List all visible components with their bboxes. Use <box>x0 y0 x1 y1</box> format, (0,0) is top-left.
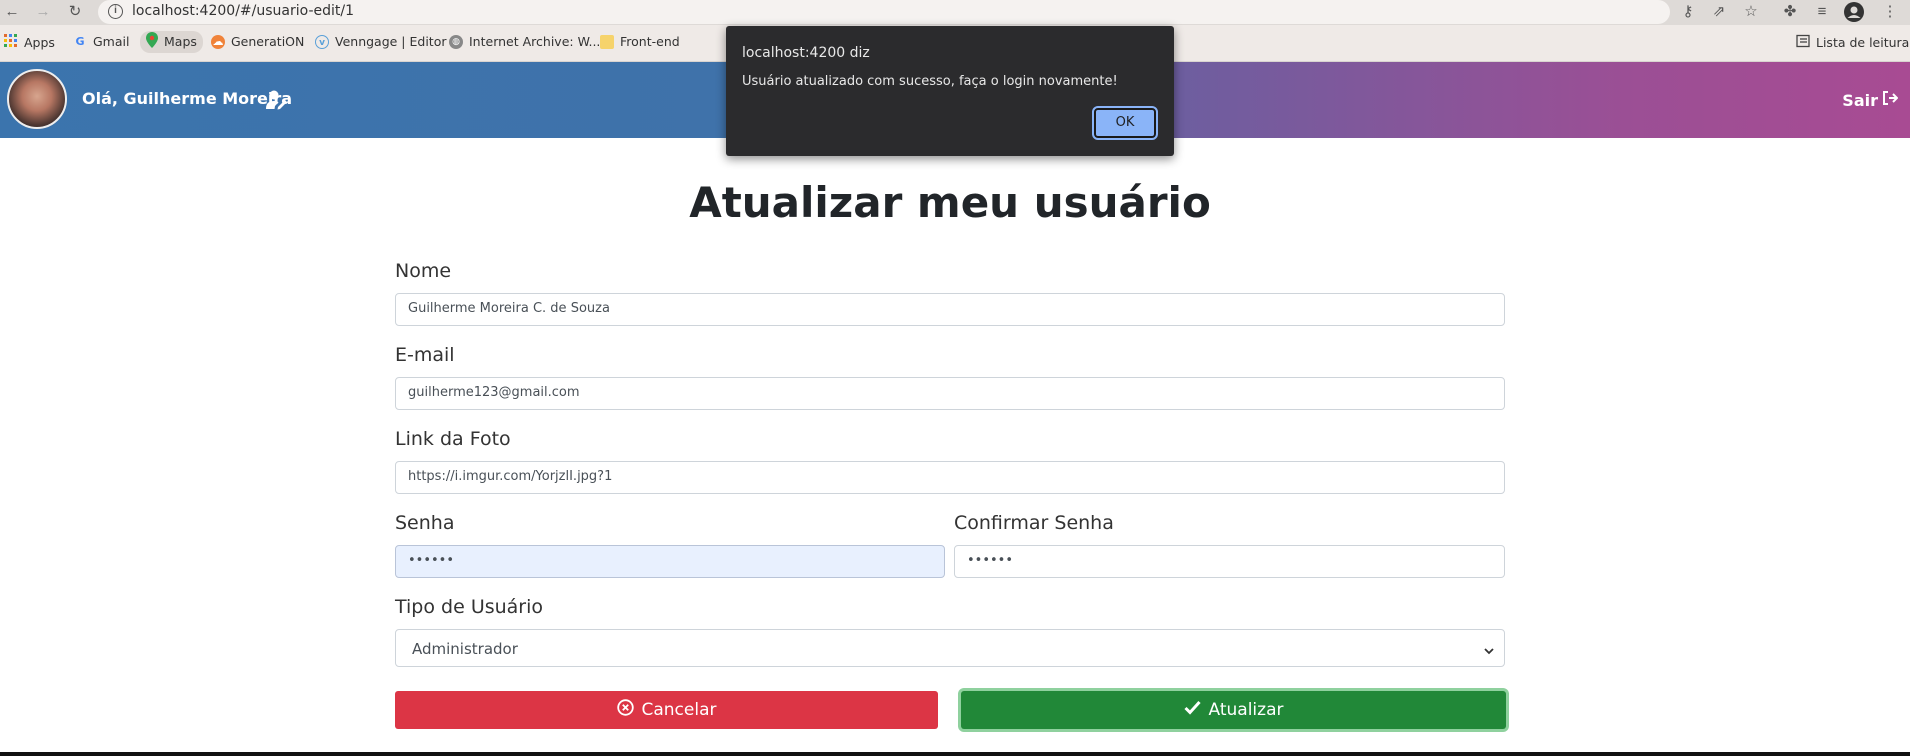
star-icon[interactable]: ☆ <box>1741 2 1761 22</box>
globe-icon: ◍ <box>449 35 463 49</box>
key-icon[interactable]: ⚷ <box>1678 2 1698 22</box>
avatar[interactable] <box>7 69 67 129</box>
apps-grid-icon <box>4 34 18 52</box>
times-circle-icon <box>616 699 634 721</box>
logout-link[interactable]: Sair <box>1842 90 1899 110</box>
back-icon[interactable]: ← <box>2 2 22 22</box>
dialog-title: localhost:4200 diz <box>742 45 870 61</box>
user-greeting[interactable]: Olá, Guilherme Moreira <box>82 89 292 108</box>
confirmar-senha-label: Confirmar Senha <box>954 512 1114 534</box>
dialog-ok-button[interactable]: OK <box>1092 106 1158 140</box>
bookmark-venngage[interactable]: v Venngage | Editor <box>315 34 447 50</box>
senha-input[interactable]: •••••• <box>395 545 945 578</box>
foto-label: Link da Foto <box>395 428 511 450</box>
senha-label: Senha <box>395 512 455 534</box>
bookmark-maps[interactable]: Maps <box>140 31 203 53</box>
check-icon <box>1183 700 1201 720</box>
bookmark-gmail[interactable]: G Gmail <box>73 34 129 50</box>
profile-icon[interactable] <box>1844 2 1864 22</box>
reading-list[interactable]: Lista de leitura <box>1796 34 1909 52</box>
email-label: E-mail <box>395 344 455 366</box>
google-icon: G <box>75 35 85 48</box>
confirmar-senha-input[interactable]: •••••• <box>954 545 1505 578</box>
extensions-icon[interactable]: ✤ <box>1780 2 1800 22</box>
share-icon[interactable]: ⇗ <box>1709 2 1729 22</box>
bookmark-apps[interactable]: Apps <box>4 34 55 52</box>
sign-out-icon <box>1882 90 1899 110</box>
user-edit-icon[interactable] <box>266 90 288 110</box>
media-icon[interactable]: ≡ <box>1812 2 1832 22</box>
reading-list-icon <box>1796 34 1810 52</box>
tipo-usuario-select[interactable]: Administrador <box>395 629 1505 667</box>
reload-icon[interactable]: ↻ <box>65 2 85 22</box>
site-info-icon[interactable]: i <box>108 4 123 19</box>
nome-label: Nome <box>395 260 452 282</box>
bookmark-generation[interactable]: ☁ GeneratiON <box>211 34 304 50</box>
cancel-button[interactable]: Cancelar <box>395 691 938 729</box>
nome-input[interactable]: Guilherme Moreira C. de Souza <box>395 293 1505 326</box>
update-button[interactable]: Atualizar <box>961 691 1506 729</box>
bottom-edge <box>0 752 1910 756</box>
url-text[interactable]: localhost:4200/#/usuario-edit/1 <box>132 3 354 19</box>
venngage-icon: v <box>315 35 329 49</box>
chevron-down-icon <box>1484 642 1494 655</box>
folder-icon <box>600 35 614 49</box>
alert-dialog: localhost:4200 diz Usuário atualizado co… <box>726 26 1174 156</box>
email-input[interactable]: guilherme123@gmail.com <box>395 377 1505 410</box>
dialog-message: Usuário atualizado com sucesso, faça o l… <box>742 74 1118 89</box>
page-title: Atualizar meu usuário <box>689 178 1211 227</box>
forward-icon[interactable]: → <box>33 2 53 22</box>
foto-link-input[interactable]: https://i.imgur.com/YorjzlI.jpg?1 <box>395 461 1505 494</box>
bookmark-front-end[interactable]: Front-end <box>600 34 680 50</box>
tipo-usuario-label: Tipo de Usuário <box>395 596 544 618</box>
menu-dots-icon[interactable]: ⋮ <box>1880 2 1900 22</box>
browser-toolbar: ← → ↻ i localhost:4200/#/usuario-edit/1 … <box>0 0 1910 25</box>
cloud-icon: ☁ <box>211 35 225 49</box>
bookmark-internet-archive[interactable]: ◍ Internet Archive: W... <box>449 34 600 50</box>
maps-pin-icon <box>146 32 158 52</box>
